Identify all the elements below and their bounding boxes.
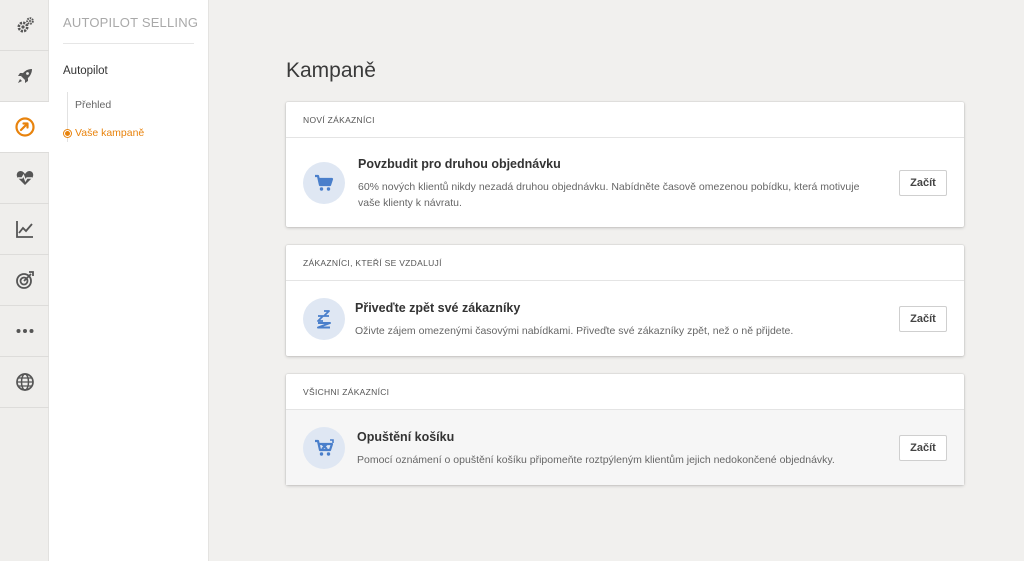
rail-item-more[interactable] <box>0 306 49 357</box>
sub-navigation: AUTOPILOT SELLING Autopilot Přehled Vaše… <box>49 0 209 561</box>
section-title: AUTOPILOT SELLING <box>63 15 199 30</box>
rail-item-health[interactable] <box>0 153 49 204</box>
chart-line-icon <box>15 219 35 239</box>
rocket-icon <box>15 66 35 86</box>
card-header: VŠICHNI ZÁKAZNÍCI <box>286 374 964 410</box>
rail-item-website[interactable] <box>0 357 49 408</box>
campaign-card-lapsing-customers: ZÁKAZNÍCI, KTEŘÍ SE VZDALUJÍ Přiveďte zp… <box>286 245 964 356</box>
autopilot-icon <box>14 116 36 138</box>
card-description: Pomocí oznámení o opuštění košíku připom… <box>357 454 835 466</box>
card-title: Opuštění košíku <box>357 430 455 444</box>
start-button[interactable]: Začít <box>899 435 947 461</box>
card-header: ZÁKAZNÍCI, KTEŘÍ SE VZDALUJÍ <box>286 245 964 281</box>
rail-item-analytics[interactable] <box>0 204 49 255</box>
rail-item-marketing[interactable] <box>0 51 49 102</box>
card-header: NOVÍ ZÁKAZNÍCI <box>286 102 964 138</box>
divider <box>63 43 194 44</box>
page-title: Kampaně <box>286 59 376 82</box>
card-body: Opuštění košíku Pomocí oznámení o opuště… <box>286 410 964 485</box>
subnav-link-overview[interactable]: Přehled <box>75 99 111 111</box>
globe-icon <box>15 372 35 392</box>
rail-item-settings[interactable] <box>0 0 49 51</box>
card-body: Přiveďte zpět své zákazníky Oživte zájem… <box>286 281 964 356</box>
card-title: Přiveďte zpět své zákazníky <box>355 301 521 315</box>
rail-item-targeting[interactable] <box>0 255 49 306</box>
start-button[interactable]: Začít <box>899 170 947 196</box>
sleep-zzz-icon <box>303 298 345 340</box>
icon-rail <box>0 0 50 561</box>
subnav-link-your-campaigns[interactable]: Vaše kampaně <box>75 127 144 139</box>
subnav-group-autopilot[interactable]: Autopilot <box>63 65 108 77</box>
rail-item-autopilot[interactable] <box>0 102 50 153</box>
card-body: Povzbudit pro druhou objednávku 60% nový… <box>286 138 964 227</box>
campaign-card-new-customers: NOVÍ ZÁKAZNÍCI Povzbudit pro druhou obje… <box>286 102 964 227</box>
card-description: 60% nových klientů nikdy nezadá druhou o… <box>358 181 860 209</box>
gears-icon <box>15 15 35 35</box>
active-indicator-dot <box>64 130 71 137</box>
cart-icon <box>303 162 345 204</box>
target-icon <box>15 270 35 290</box>
card-description: Oživte zájem omezenými časovými nabídkam… <box>355 325 794 337</box>
campaign-card-all-customers: VŠICHNI ZÁKAZNÍCI Opuštění košíku Pomocí… <box>286 374 964 485</box>
card-title: Povzbudit pro druhou objednávku <box>358 157 561 171</box>
abandoned-cart-icon <box>303 427 345 469</box>
start-button[interactable]: Začít <box>899 306 947 332</box>
more-dots-icon <box>15 321 35 341</box>
heart-pulse-icon <box>15 168 35 188</box>
